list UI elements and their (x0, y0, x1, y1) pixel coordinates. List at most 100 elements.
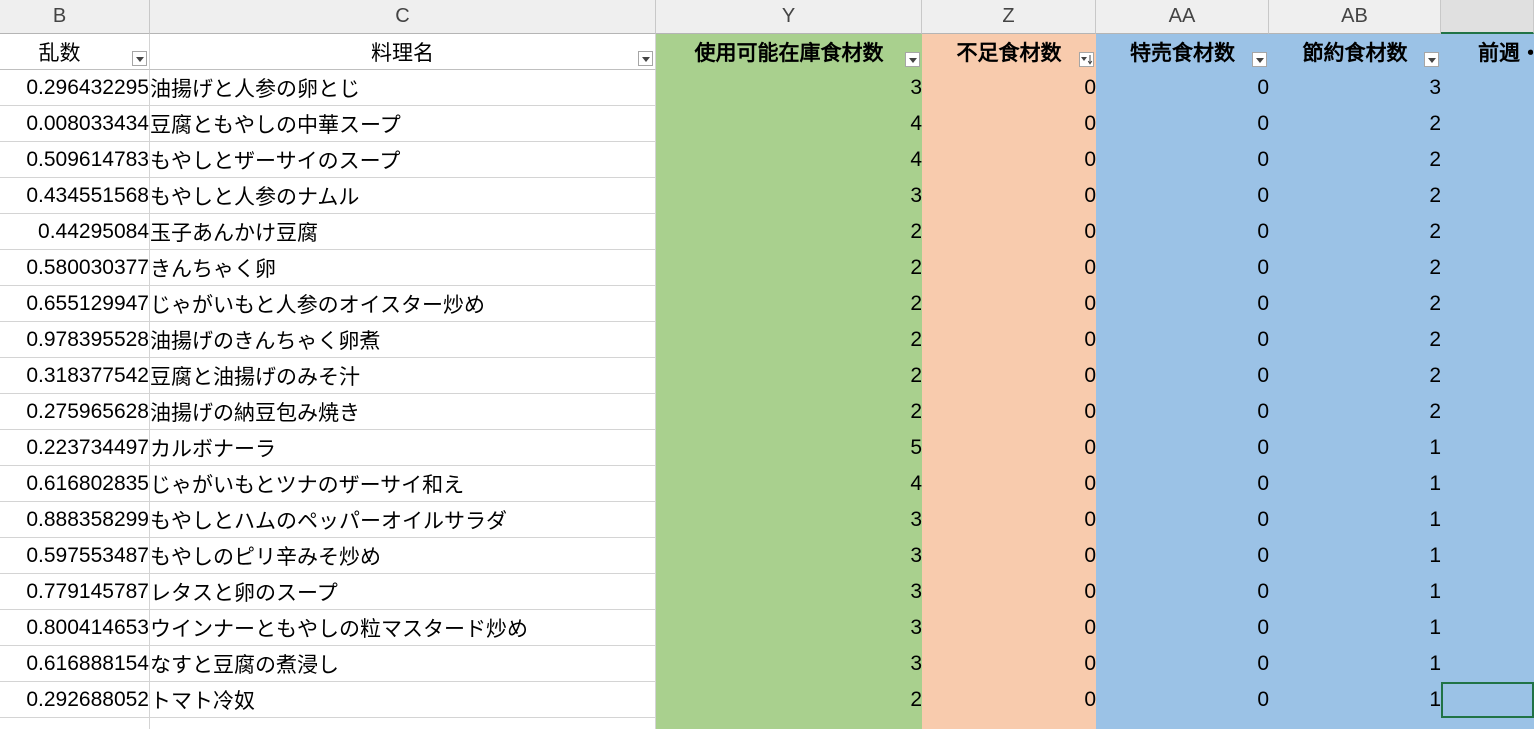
column-header-y[interactable]: Y (656, 0, 922, 34)
sale-count-cell[interactable]: 0 (1096, 178, 1269, 214)
shortage-count-cell[interactable]: 0 (922, 574, 1096, 610)
column-header-z[interactable]: Z (922, 0, 1096, 34)
sale-count-cell[interactable]: 0 (1096, 538, 1269, 574)
filter-dropdown-button[interactable] (1424, 52, 1439, 67)
column-header-ab[interactable]: AB (1269, 0, 1441, 34)
dish-name-cell[interactable]: レタスと卵のスープ (150, 574, 656, 610)
shortage-count-cell[interactable]: 0 (922, 322, 1096, 358)
sale-count-cell[interactable]: 0 (1096, 610, 1269, 646)
sale-count-cell[interactable]: 0 (1096, 142, 1269, 178)
usable-stock-count-cell[interactable]: 3 (656, 574, 922, 610)
usable-stock-count-cell[interactable]: 4 (656, 466, 922, 502)
sale-count-cell[interactable]: 0 (1096, 106, 1269, 142)
sale-count-cell[interactable]: 0 (1096, 430, 1269, 466)
sale-count-cell[interactable]: 0 (1096, 502, 1269, 538)
saving-count-cell[interactable]: 3 (1269, 70, 1441, 106)
saving-count-cell[interactable]: 2 (1269, 358, 1441, 394)
dish-name-cell[interactable]: なすと豆腐の煮浸し (150, 646, 656, 682)
previous-week-cell[interactable] (1441, 610, 1534, 646)
shortage-count-cell[interactable]: 0 (922, 70, 1096, 106)
shortage-count-cell[interactable]: 0 (922, 286, 1096, 322)
dish-name-cell[interactable]: 油揚げと人参の卵とじ (150, 70, 656, 106)
sale-count-cell[interactable]: 0 (1096, 358, 1269, 394)
previous-week-cell[interactable] (1441, 466, 1534, 502)
filter-dropdown-button[interactable] (132, 51, 147, 66)
random-number-cell[interactable]: 0.318377542 (0, 358, 150, 394)
random-number-cell[interactable]: 0.296432295 (0, 70, 150, 106)
shortage-count-cell[interactable]: 0 (922, 466, 1096, 502)
random-number-cell[interactable]: 0.616802835 (0, 466, 150, 502)
previous-week-cell[interactable] (1441, 106, 1534, 142)
header-saving-count[interactable]: 節約食材数 (1269, 34, 1441, 70)
dish-name-cell[interactable]: もやしのピリ辛みそ炒め (150, 538, 656, 574)
previous-week-cell[interactable] (1441, 358, 1534, 394)
random-number-cell[interactable]: 0.44295084 (0, 214, 150, 250)
random-number-cell[interactable]: 0.509614783 (0, 142, 150, 178)
random-number-cell[interactable]: 0.616888154 (0, 646, 150, 682)
sale-count-cell[interactable]: 0 (1096, 574, 1269, 610)
dish-name-cell[interactable]: きんちゃく卵 (150, 250, 656, 286)
filter-dropdown-button[interactable] (905, 52, 920, 67)
column-header-b[interactable]: B (0, 0, 150, 34)
sale-count-cell[interactable]: 0 (1096, 286, 1269, 322)
dish-name-cell[interactable] (150, 718, 656, 729)
dish-name-cell[interactable]: もやしとハムのペッパーオイルサラダ (150, 502, 656, 538)
shortage-count-cell[interactable]: 0 (922, 250, 1096, 286)
sale-count-cell[interactable]: 0 (1096, 322, 1269, 358)
saving-count-cell[interactable] (1269, 718, 1441, 729)
previous-week-cell[interactable] (1441, 286, 1534, 322)
sort-filter-button[interactable] (1079, 52, 1094, 67)
saving-count-cell[interactable]: 1 (1269, 538, 1441, 574)
saving-count-cell[interactable]: 2 (1269, 286, 1441, 322)
dish-name-cell[interactable]: 油揚げのきんちゃく卵煮 (150, 322, 656, 358)
filter-dropdown-button[interactable] (1252, 52, 1267, 67)
column-header-selected[interactable] (1441, 0, 1534, 34)
column-header-c[interactable]: C (150, 0, 656, 34)
saving-count-cell[interactable]: 2 (1269, 142, 1441, 178)
random-number-cell[interactable]: 0.223734497 (0, 430, 150, 466)
random-number-cell[interactable]: 0.978395528 (0, 322, 150, 358)
shortage-count-cell[interactable]: 0 (922, 178, 1096, 214)
usable-stock-count-cell[interactable]: 2 (656, 358, 922, 394)
previous-week-cell[interactable] (1441, 178, 1534, 214)
random-number-cell[interactable]: 0.597553487 (0, 538, 150, 574)
usable-stock-count-cell[interactable]: 2 (656, 322, 922, 358)
usable-stock-count-cell[interactable]: 3 (656, 610, 922, 646)
header-shortage-count[interactable]: 不足食材数 (922, 34, 1096, 70)
sale-count-cell[interactable]: 0 (1096, 394, 1269, 430)
previous-week-cell[interactable] (1441, 574, 1534, 610)
dish-name-cell[interactable]: ウインナーともやしの粒マスタード炒め (150, 610, 656, 646)
usable-stock-count-cell[interactable]: 3 (656, 646, 922, 682)
header-sale-count[interactable]: 特売食材数 (1096, 34, 1269, 70)
sale-count-cell[interactable]: 0 (1096, 250, 1269, 286)
saving-count-cell[interactable]: 1 (1269, 610, 1441, 646)
previous-week-cell[interactable] (1441, 718, 1534, 729)
usable-stock-count-cell[interactable]: 4 (656, 106, 922, 142)
shortage-count-cell[interactable]: 0 (922, 538, 1096, 574)
usable-stock-count-cell[interactable]: 2 (656, 682, 922, 718)
header-random-number[interactable]: 乱数 (0, 34, 150, 70)
usable-stock-count-cell[interactable]: 5 (656, 430, 922, 466)
column-header-aa[interactable]: AA (1096, 0, 1269, 34)
previous-week-cell[interactable] (1441, 646, 1534, 682)
usable-stock-count-cell[interactable]: 4 (656, 142, 922, 178)
dish-name-cell[interactable]: じゃがいもと人参のオイスター炒め (150, 286, 656, 322)
dish-name-cell[interactable]: もやしとザーサイのスープ (150, 142, 656, 178)
previous-week-cell[interactable] (1441, 214, 1534, 250)
previous-week-cell[interactable] (1441, 322, 1534, 358)
previous-week-cell[interactable] (1441, 538, 1534, 574)
header-usable-stock-count[interactable]: 使用可能在庫食材数 (656, 34, 922, 70)
random-number-cell[interactable]: 0.779145787 (0, 574, 150, 610)
saving-count-cell[interactable]: 2 (1269, 250, 1441, 286)
header-previous-week[interactable]: 前週・ (1441, 34, 1534, 70)
dish-name-cell[interactable]: 玉子あんかけ豆腐 (150, 214, 656, 250)
usable-stock-count-cell[interactable]: 2 (656, 286, 922, 322)
random-number-cell[interactable] (0, 718, 150, 729)
shortage-count-cell[interactable]: 0 (922, 142, 1096, 178)
saving-count-cell[interactable]: 1 (1269, 502, 1441, 538)
previous-week-cell[interactable] (1441, 502, 1534, 538)
selected-cell[interactable] (1441, 682, 1534, 718)
saving-count-cell[interactable]: 1 (1269, 574, 1441, 610)
shortage-count-cell[interactable]: 0 (922, 214, 1096, 250)
dish-name-cell[interactable]: じゃがいもとツナのザーサイ和え (150, 466, 656, 502)
